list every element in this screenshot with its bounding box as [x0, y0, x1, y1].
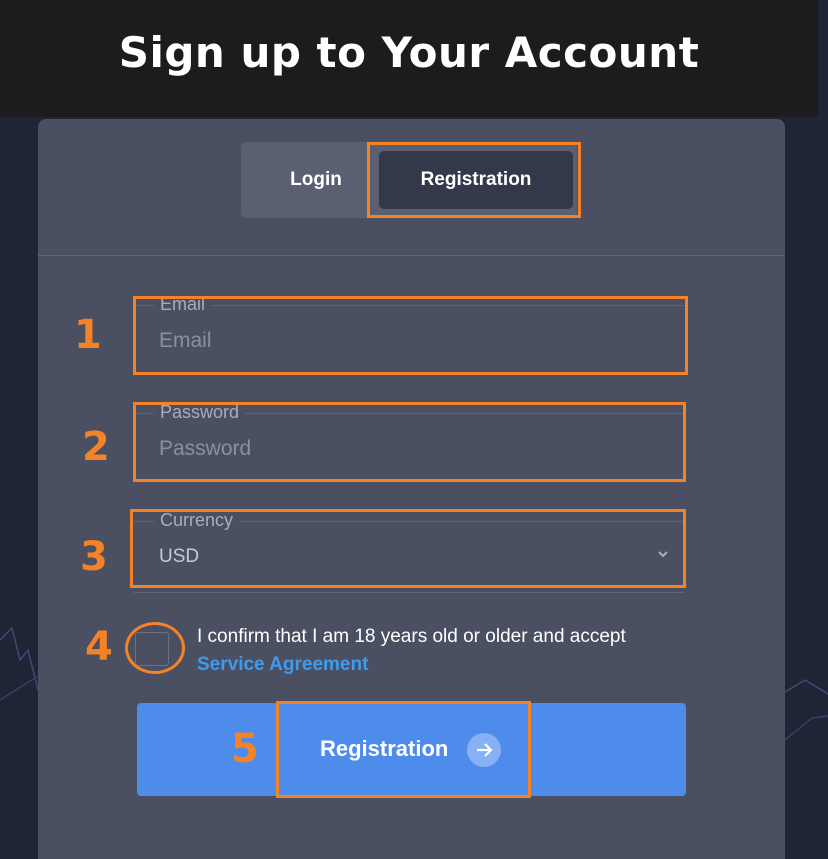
- step-number-2: 2: [82, 424, 110, 470]
- highlight-email-field: [133, 296, 688, 375]
- highlight-registration-button: [276, 701, 531, 798]
- highlight-password-field: [133, 402, 686, 482]
- agreement-text: I confirm that I am 18 years old or olde…: [197, 626, 626, 647]
- highlight-checkbox: [125, 622, 185, 674]
- divider: [38, 255, 785, 256]
- currency-field-underline: [134, 592, 684, 593]
- highlight-currency-field: [130, 509, 686, 588]
- step-number-3: 3: [80, 534, 108, 580]
- step-number-1: 1: [74, 312, 102, 358]
- highlight-registration-tab: [367, 142, 581, 218]
- page-header: Sign up to Your Account: [0, 0, 818, 117]
- step-number-4: 4: [85, 624, 113, 670]
- page-title: Sign up to Your Account: [118, 28, 700, 77]
- step-number-5: 5: [231, 726, 259, 772]
- service-agreement-link[interactable]: Service Agreement: [197, 650, 368, 680]
